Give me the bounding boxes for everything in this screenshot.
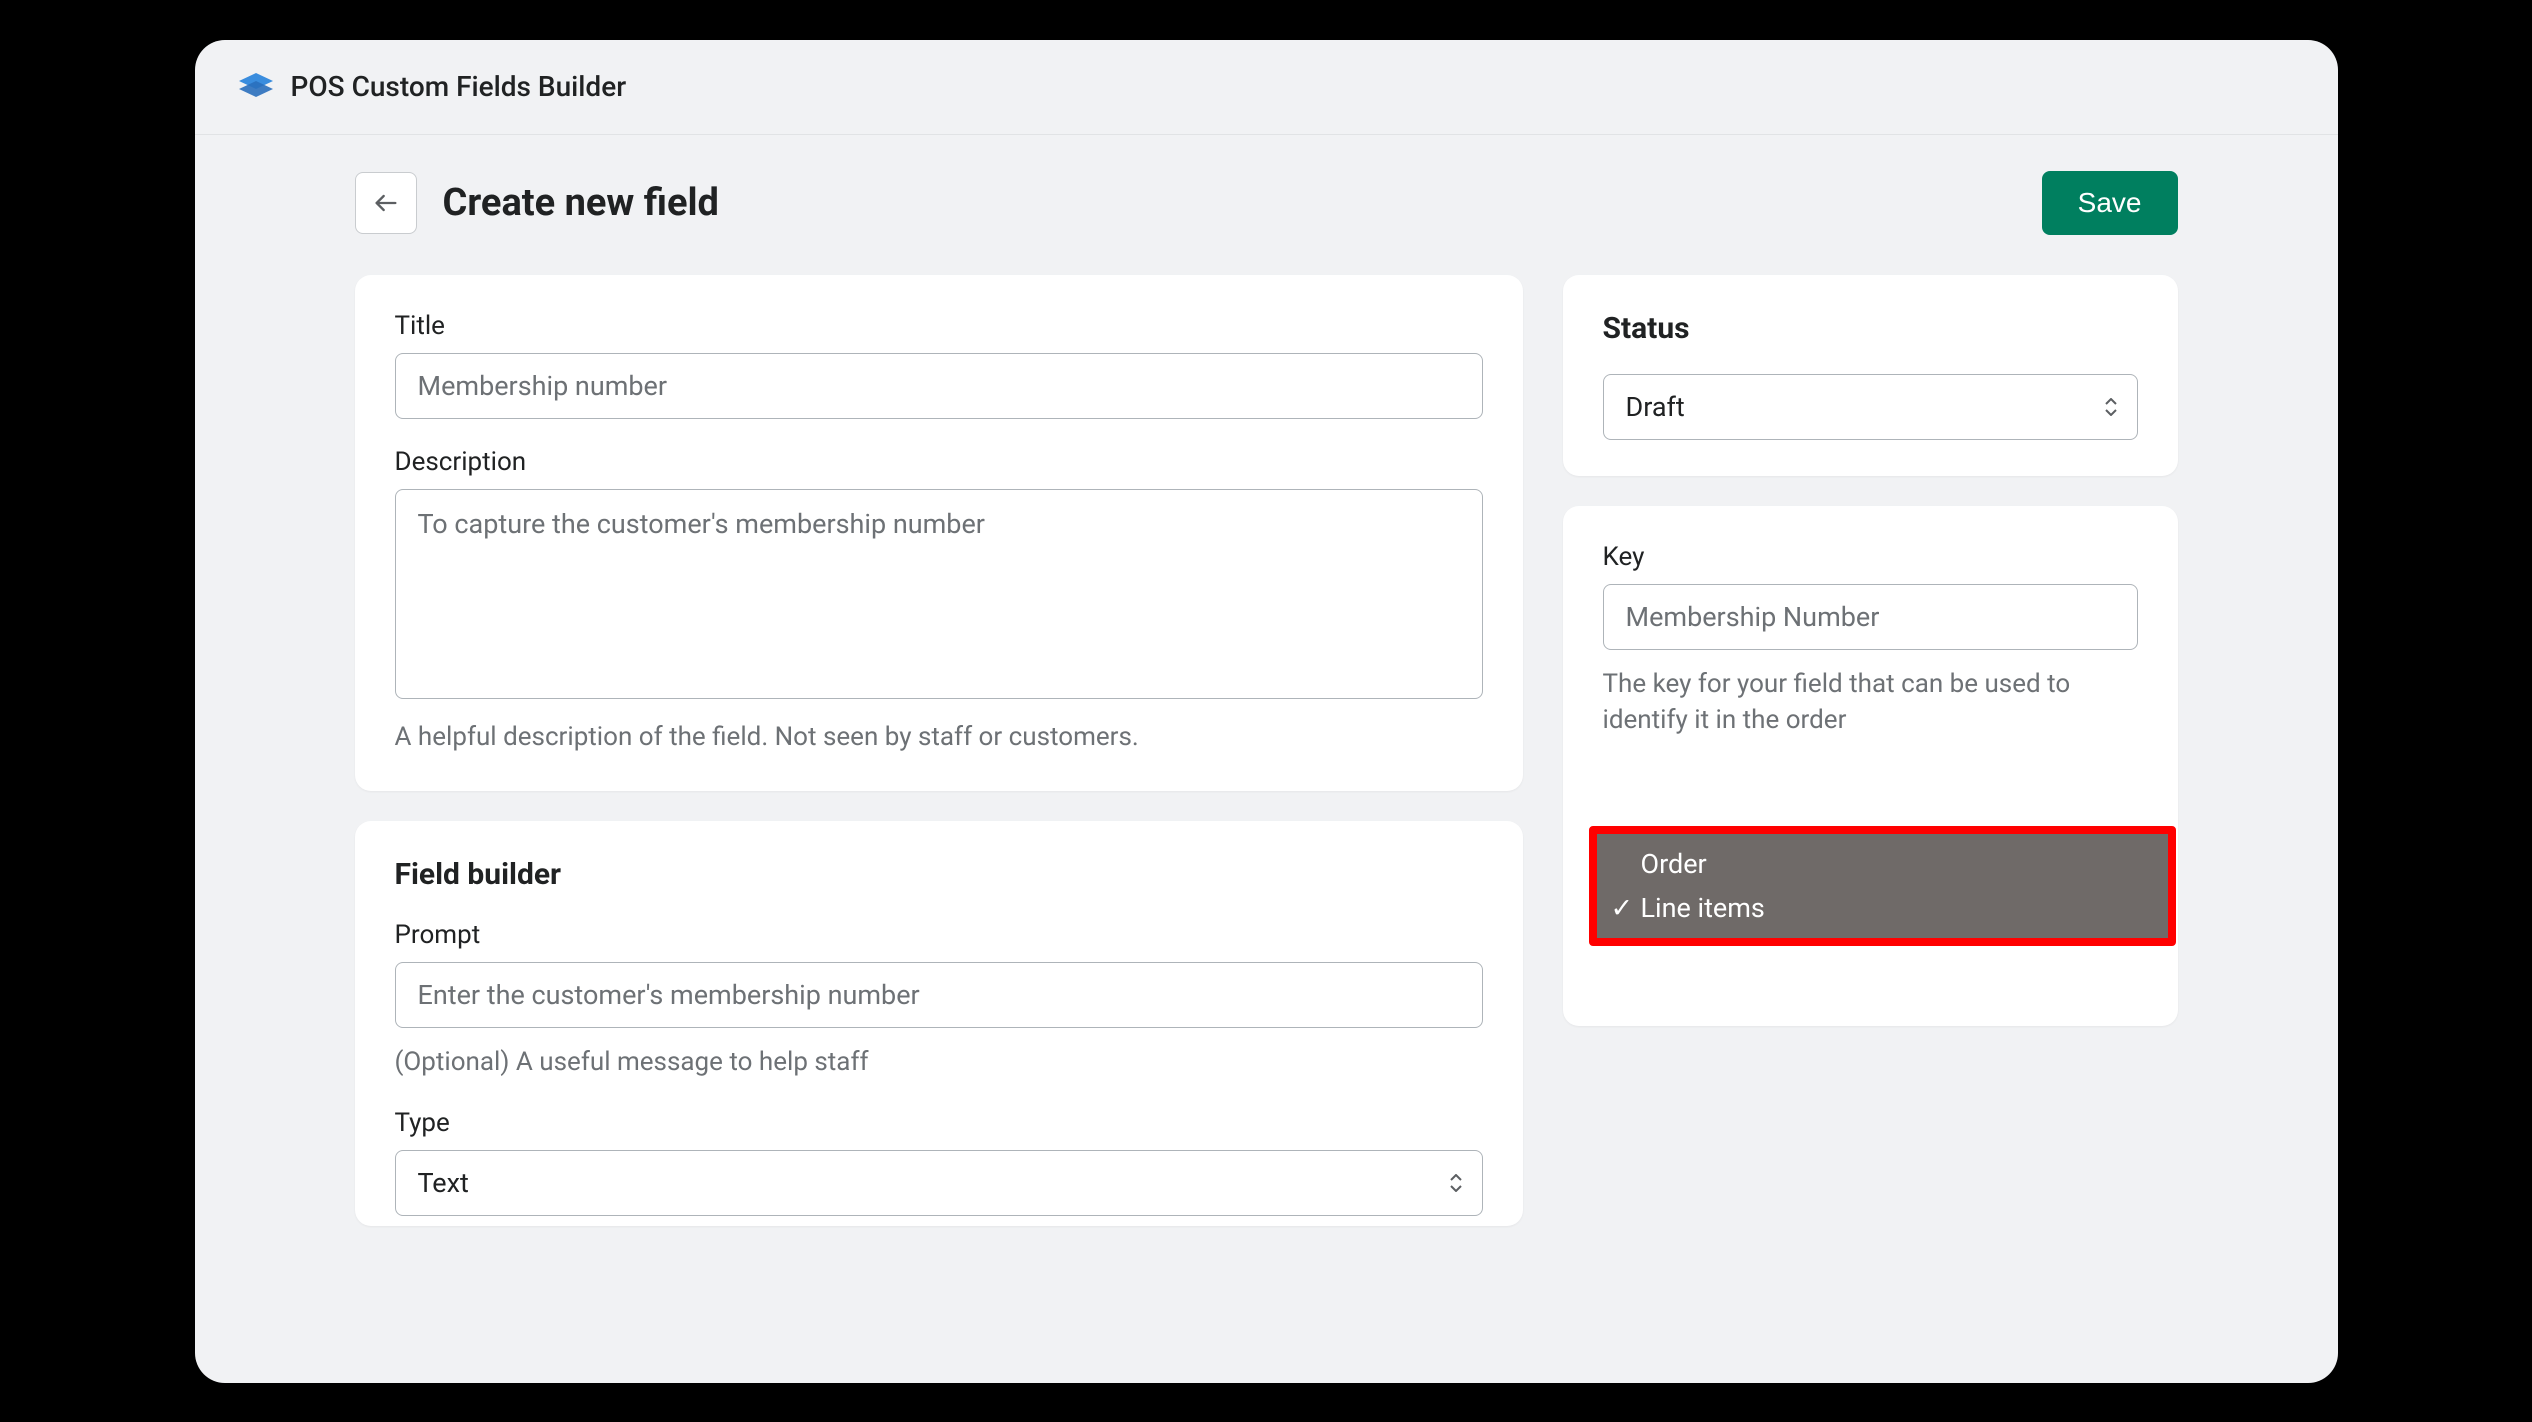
field-builder-heading: Field builder: [395, 857, 1483, 892]
title-description-card: Title Description A helpful description …: [355, 275, 1523, 791]
check-icon: ✓: [1611, 892, 1634, 924]
key-label: Key: [1603, 542, 2138, 572]
description-field-group: Description A helpful description of the…: [395, 447, 1483, 755]
type-label: Type: [395, 1108, 1483, 1138]
app-window: POS Custom Fields Builder Create new fie…: [195, 40, 2338, 1383]
save-button[interactable]: Save: [2042, 171, 2178, 235]
scope-option-label: Order: [1641, 848, 1707, 880]
left-column: Title Description A helpful description …: [355, 275, 1523, 1257]
scope-option-label: Line items: [1641, 892, 1765, 924]
top-bar: POS Custom Fields Builder: [195, 40, 2338, 135]
description-help: A helpful description of the field. Not …: [395, 719, 1483, 755]
title-input[interactable]: [395, 353, 1483, 419]
type-select-value: Text: [418, 1167, 469, 1199]
key-input[interactable]: [1603, 584, 2138, 650]
content-area: Create new field Save Title Description …: [195, 135, 2338, 1257]
right-column: Status Draft Key The key for you: [1563, 275, 2178, 1056]
type-field-group: Type Text: [395, 1108, 1483, 1216]
key-help: The key for your field that can be used …: [1603, 666, 2138, 739]
chevron-updown-icon: [2104, 398, 2118, 416]
columns: Title Description A helpful description …: [355, 275, 2178, 1257]
title-label: Title: [395, 311, 1483, 341]
chevron-updown-icon: [1449, 1174, 1463, 1192]
scope-dropdown-list: Order ✓ Line items: [1603, 842, 2162, 930]
status-card: Status Draft: [1563, 275, 2178, 476]
title-field-group: Title: [395, 311, 1483, 419]
status-select[interactable]: Draft: [1603, 374, 2138, 440]
app-title: POS Custom Fields Builder: [291, 70, 627, 103]
page-title: Create new field: [443, 181, 2042, 225]
arrow-left-icon: [372, 189, 400, 217]
status-heading: Status: [1603, 311, 2138, 346]
type-select-wrap: Text: [395, 1150, 1483, 1216]
status-select-wrap: Draft: [1603, 374, 2138, 440]
scope-option-order[interactable]: Order: [1603, 842, 2162, 886]
description-label: Description: [395, 447, 1483, 477]
key-card: Key The key for your field that can be u…: [1563, 506, 2178, 1026]
scope-dropdown[interactable]: Order ✓ Line items: [1589, 826, 2176, 946]
app-icon: [239, 70, 273, 104]
prompt-label: Prompt: [395, 920, 1483, 950]
prompt-input[interactable]: [395, 962, 1483, 1028]
page-header: Create new field Save: [355, 171, 2178, 235]
scope-option-line-items[interactable]: ✓ Line items: [1603, 886, 2162, 930]
type-select[interactable]: Text: [395, 1150, 1483, 1216]
field-builder-card: Field builder Prompt (Optional) A useful…: [355, 821, 1523, 1226]
description-textarea[interactable]: [395, 489, 1483, 699]
prompt-field-group: Prompt (Optional) A useful message to he…: [395, 920, 1483, 1080]
back-button[interactable]: [355, 172, 417, 234]
prompt-help: (Optional) A useful message to help staf…: [395, 1044, 1483, 1080]
status-select-value: Draft: [1626, 391, 1685, 423]
